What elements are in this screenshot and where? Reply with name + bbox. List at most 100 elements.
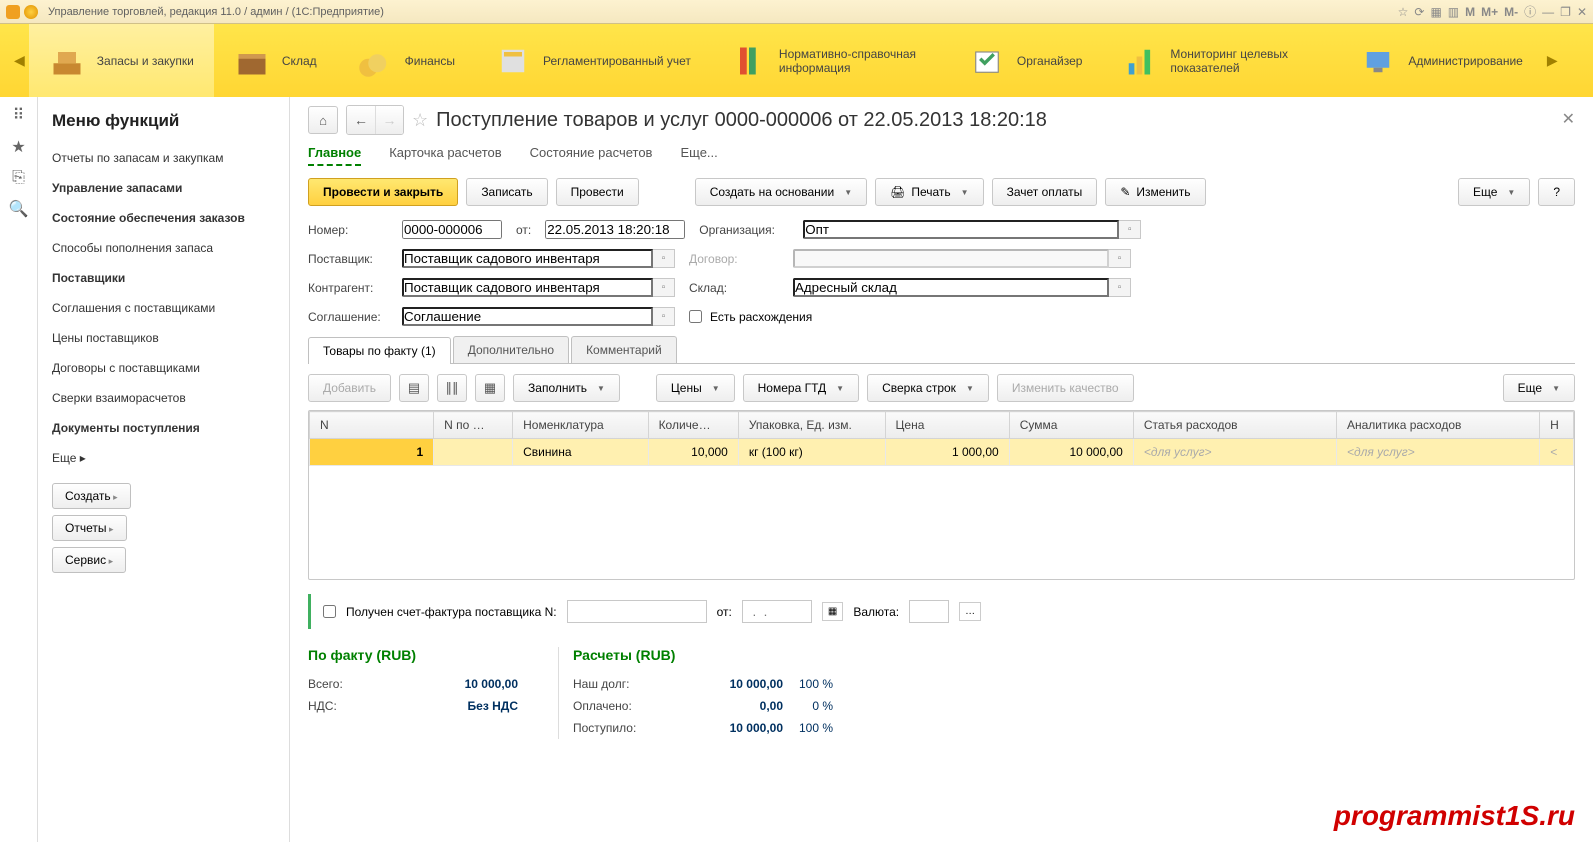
save-button[interactable]: Записать [466, 178, 547, 206]
col-pack[interactable]: Упаковка, Ед. изм. [738, 412, 885, 439]
create-based-button[interactable]: Создать на основании▼ [695, 178, 867, 206]
home-button[interactable]: ⌂ [308, 106, 338, 134]
cell-sum[interactable]: 10 000,00 [1009, 439, 1133, 466]
close-window-icon[interactable]: ✕ [1577, 5, 1587, 19]
cell-pack[interactable]: кг (100 кг) [738, 439, 885, 466]
history-icon[interactable]: ⎘ [12, 169, 25, 187]
nav-item-finance[interactable]: Финансы [337, 24, 475, 97]
help-button[interactable]: ? [1538, 178, 1575, 206]
sidebar-reports-button[interactable]: Отчеты [52, 515, 127, 541]
date-field[interactable] [545, 220, 685, 239]
grid-icon[interactable]: ▦ [475, 374, 505, 402]
edit-button[interactable]: ✎ Изменить [1105, 178, 1205, 206]
sidebar-item-replenish[interactable]: Способы пополнения запаса [52, 233, 275, 263]
sidebar-item-reconcile[interactable]: Сверки взаиморасчетов [52, 383, 275, 413]
print-button[interactable]: 🖨 Печать▼ [875, 178, 983, 206]
search-icon[interactable]: 🔍 [9, 199, 29, 219]
favorite-icon[interactable]: ★ [11, 137, 25, 157]
invoice-checkbox[interactable] [323, 605, 336, 618]
nav-scroll-left-icon[interactable]: ◀ [10, 52, 29, 69]
m-plus-button[interactable]: M+ [1481, 5, 1498, 19]
cell-qty[interactable]: 10,000 [648, 439, 738, 466]
tab-state[interactable]: Состояние расчетов [530, 145, 653, 166]
calendar-icon[interactable]: ▥ [1448, 5, 1459, 19]
barcode-icon[interactable]: ∥∥ [437, 374, 467, 402]
post-close-button[interactable]: Провести и закрыть [308, 178, 458, 206]
contract-open-icon[interactable]: ▫ [1109, 249, 1131, 268]
sidebar-service-button[interactable]: Сервис [52, 547, 126, 573]
cell-nby[interactable] [434, 439, 513, 466]
subtab-comment[interactable]: Комментарий [571, 336, 677, 363]
nav-item-admin[interactable]: Администрирование [1340, 24, 1542, 97]
col-n[interactable]: N [310, 412, 434, 439]
maximize-icon[interactable]: ❐ [1560, 5, 1571, 19]
back-button[interactable]: ← [347, 106, 375, 134]
diff-checkbox[interactable] [689, 310, 702, 323]
sidebar-item-more[interactable]: Еще ▸ [52, 443, 275, 473]
sidebar-item-order-state[interactable]: Состояние обеспечения заказов [52, 203, 275, 233]
favorite-doc-icon[interactable]: ☆ [412, 110, 428, 131]
sidebar-item-reports[interactable]: Отчеты по запасам и закупкам [52, 143, 275, 173]
info-icon[interactable]: ⓘ [1524, 3, 1536, 20]
sidebar-item-receipt-docs[interactable]: Документы поступления [52, 413, 275, 443]
sidebar-item-suppliers[interactable]: Поставщики [52, 263, 275, 293]
tab-more[interactable]: Еще... [680, 145, 717, 166]
org-field[interactable] [803, 220, 1119, 239]
fill-button[interactable]: Заполнить▼ [513, 374, 620, 402]
sidebar-item-contracts[interactable]: Договоры с поставщиками [52, 353, 275, 383]
invoice-number-field[interactable] [567, 600, 707, 623]
more-button[interactable]: Еще▼ [1458, 178, 1530, 206]
nav-item-stocks[interactable]: Запасы и закупки [29, 24, 214, 97]
cell-h[interactable]: < [1540, 439, 1574, 466]
nav-item-monitoring[interactable]: Мониторинг целевых показателей [1102, 24, 1340, 97]
tab-main[interactable]: Главное [308, 145, 361, 166]
offset-button[interactable]: Зачет оплаты [992, 178, 1098, 206]
prices-button[interactable]: Цены▼ [656, 374, 735, 402]
gtd-button[interactable]: Номера ГТД▼ [743, 374, 859, 402]
col-exp[interactable]: Статья расходов [1133, 412, 1336, 439]
col-qty[interactable]: Количе… [648, 412, 738, 439]
subtab-extra[interactable]: Дополнительно [453, 336, 569, 363]
sidebar-create-button[interactable]: Создать [52, 483, 131, 509]
sidebar-item-agreements[interactable]: Соглашения с поставщиками [52, 293, 275, 323]
sidebar-item-stock-mgmt[interactable]: Управление запасами [52, 173, 275, 203]
col-ana[interactable]: Аналитика расходов [1336, 412, 1539, 439]
m-button[interactable]: M [1465, 5, 1475, 19]
post-button[interactable]: Провести [556, 178, 639, 206]
currency-field[interactable] [909, 600, 949, 623]
table-more-button[interactable]: Еще▼ [1503, 374, 1575, 402]
cell-exp[interactable]: <для услуг> [1133, 439, 1336, 466]
table-row[interactable]: 1 Свинина 10,000 кг (100 кг) 1 000,00 10… [310, 439, 1574, 466]
close-document-icon[interactable]: ✕ [1562, 109, 1575, 129]
nav-item-accounting[interactable]: Регламентированный учет [475, 24, 711, 97]
cell-n[interactable]: 1 [310, 439, 434, 466]
supplier-open-icon[interactable]: ▫ [653, 249, 675, 268]
m-minus-button[interactable]: M- [1504, 5, 1518, 19]
nav-item-warehouse[interactable]: Склад [214, 24, 337, 97]
supplier-field[interactable] [402, 249, 653, 268]
quality-button[interactable]: Изменить качество [997, 374, 1134, 402]
col-nby[interactable]: N по … [434, 412, 513, 439]
col-sum[interactable]: Сумма [1009, 412, 1133, 439]
refresh-icon[interactable]: ⟳ [1414, 5, 1424, 19]
nav-item-reference[interactable]: Нормативно-справочная информация [711, 24, 949, 97]
number-field[interactable] [402, 220, 502, 239]
invoice-date-field[interactable] [742, 600, 812, 623]
add-row-button[interactable]: Добавить [308, 374, 391, 402]
agreement-open-icon[interactable]: ▫ [653, 307, 675, 326]
tab-card[interactable]: Карточка расчетов [389, 145, 501, 166]
col-price[interactable]: Цена [885, 412, 1009, 439]
minimize-icon[interactable]: — [1542, 5, 1554, 19]
subtab-fact[interactable]: Товары по факту (1) [308, 337, 451, 364]
warehouse-open-icon[interactable]: ▫ [1109, 278, 1131, 297]
cell-ana[interactable]: <для услуг> [1336, 439, 1539, 466]
col-h[interactable]: Н [1540, 412, 1574, 439]
counterparty-open-icon[interactable]: ▫ [653, 278, 675, 297]
calc-icon[interactable]: ▦ [1430, 5, 1441, 19]
cell-item[interactable]: Свинина [513, 439, 648, 466]
app-circle-icon[interactable] [24, 5, 38, 19]
star-icon[interactable]: ☆ [1398, 5, 1409, 19]
currency-lookup-icon[interactable]: … [959, 602, 981, 621]
apps-icon[interactable]: ⠿ [13, 105, 25, 125]
copy-row-icon[interactable]: ▤ [399, 374, 429, 402]
